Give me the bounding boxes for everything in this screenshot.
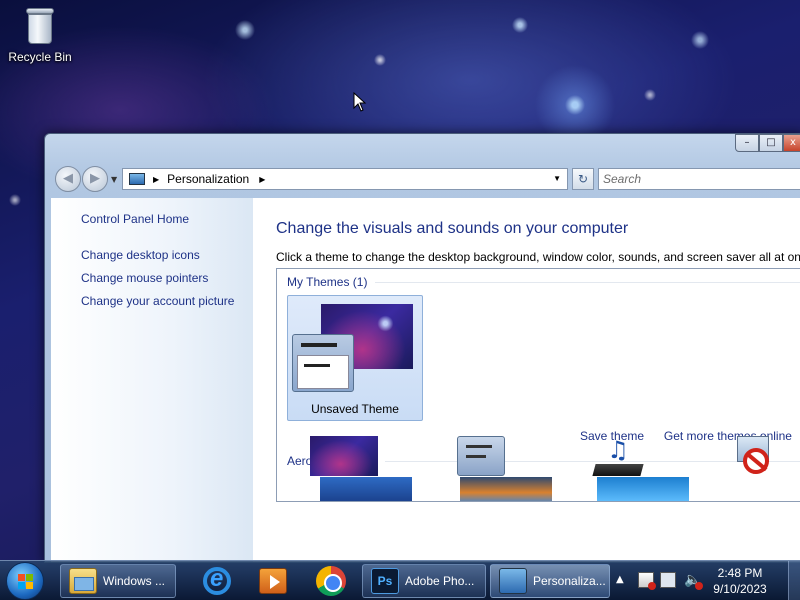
control-panel-icon [129, 173, 145, 185]
page-description: Click a theme to change the desktop back… [276, 250, 800, 264]
my-themes-label: My Themes (1) [287, 275, 368, 289]
unsaved-theme-card[interactable]: Unsaved Theme [287, 295, 423, 421]
photoshop-icon: Ps [371, 568, 399, 594]
minimize-button[interactable]: – [735, 134, 759, 152]
maximize-button[interactable]: □ [759, 134, 783, 152]
network-icon[interactable] [660, 572, 676, 588]
desktop-background-icon[interactable] [310, 436, 378, 476]
taskbar-photoshop[interactable]: Ps Adobe Pho... [362, 564, 486, 598]
screen-saver-icon[interactable] [731, 436, 779, 476]
forward-button[interactable]: ▶ [82, 166, 108, 192]
personalization-icon [499, 568, 527, 594]
navigation-bar: ◀ ▶ ▼ ▶ Personalization ▶ ▼ ↻ Search [53, 162, 800, 198]
breadcrumb-personalization[interactable]: Personalization [167, 172, 249, 186]
sidebar-control-panel-home[interactable]: Control Panel Home [81, 212, 253, 226]
recycle-bin-icon [24, 6, 56, 46]
sidebar-change-account-picture[interactable]: Change your account picture [81, 294, 253, 308]
taskbar-personalization[interactable]: Personaliza... [490, 564, 610, 598]
windows-logo-icon [18, 574, 34, 590]
address-dropdown-icon[interactable]: ▼ [553, 174, 561, 183]
breadcrumb-chevron-icon[interactable]: ▶ [259, 175, 265, 184]
show-desktop-button[interactable] [788, 561, 800, 600]
search-input[interactable]: Search [598, 168, 800, 190]
clock[interactable]: 2:48 PM 9/10/2023 [700, 565, 780, 597]
personalization-window: – □ x ◀ ▶ ▼ ▶ Personalization ▶ ▼ ↻ Sear… [44, 133, 800, 563]
my-themes-group-title: My Themes (1) [287, 275, 800, 289]
sidebar-change-desktop-icons[interactable]: Change desktop icons [81, 248, 253, 262]
aero-theme-thumbnail[interactable] [320, 477, 412, 501]
group-divider [375, 282, 800, 283]
recycle-bin-desktop-icon[interactable]: Recycle Bin [6, 6, 74, 64]
taskbar-personalization-label: Personaliza... [533, 574, 606, 588]
window-controls: – □ x [735, 134, 800, 152]
clock-time: 2:48 PM [717, 566, 763, 580]
sounds-icon[interactable]: ♫ [592, 436, 644, 476]
folder-icon [69, 568, 97, 594]
recent-pages-chevron-icon[interactable]: ▼ [111, 175, 117, 184]
taskbar-windows-explorer[interactable]: Windows ... [60, 564, 176, 598]
close-button[interactable]: x [783, 134, 800, 152]
internet-explorer-icon [203, 565, 231, 595]
unsaved-theme-name: Unsaved Theme [311, 402, 399, 416]
volume-icon[interactable]: 🔈 [684, 572, 703, 590]
notification-area: ▲ 🔈 2:48 PM 9/10/2023 [610, 561, 800, 600]
action-center-icon[interactable] [638, 572, 656, 590]
taskbar-media-player[interactable] [248, 564, 296, 598]
sidebar-change-mouse-pointers[interactable]: Change mouse pointers [81, 271, 253, 285]
window-color-icon[interactable] [457, 436, 505, 476]
breadcrumb-separator-icon[interactable]: ▶ [153, 175, 159, 184]
recycle-bin-label: Recycle Bin [8, 50, 72, 64]
sidebar: Control Panel Home Change desktop icons … [51, 198, 253, 562]
aero-theme-thumbnail[interactable] [460, 477, 552, 501]
theme-window-color-icon [292, 334, 354, 392]
taskbar-chrome[interactable] [305, 564, 357, 598]
taskbar-internet-explorer[interactable] [192, 564, 240, 598]
taskbar-photoshop-label: Adobe Pho... [405, 574, 475, 588]
chrome-icon [316, 566, 346, 596]
main-panel: Change the visuals and sounds on your co… [276, 198, 800, 562]
window-content: Control Panel Home Change desktop icons … [51, 198, 800, 562]
back-button[interactable]: ◀ [55, 166, 81, 192]
show-hidden-icons-icon[interactable]: ▲ [616, 574, 624, 585]
refresh-button[interactable]: ↻ [572, 168, 594, 190]
page-title: Change the visuals and sounds on your co… [276, 220, 629, 237]
start-button[interactable] [6, 562, 44, 600]
clock-date: 9/10/2023 [713, 582, 767, 596]
media-player-icon [259, 568, 287, 594]
aero-theme-thumbnail[interactable] [597, 477, 689, 501]
address-bar[interactable]: ▶ Personalization ▶ ▼ [122, 168, 568, 190]
taskbar: Windows ... Ps Adobe Pho... Personaliza.… [0, 560, 800, 600]
taskbar-explorer-label: Windows ... [103, 574, 166, 588]
